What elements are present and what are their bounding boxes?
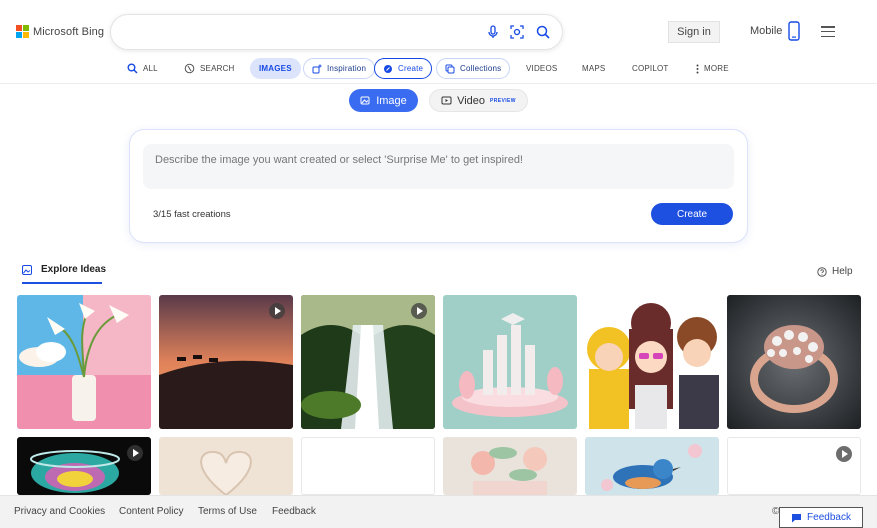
copilot-search-icon bbox=[184, 63, 195, 74]
feedback-link[interactable]: Feedback bbox=[272, 506, 316, 517]
idea-tile-waterfall[interactable] bbox=[301, 295, 435, 429]
paper-heart-image bbox=[159, 437, 293, 495]
phone-icon bbox=[788, 21, 801, 41]
sparkle-image-icon bbox=[312, 64, 322, 73]
privacy-link[interactable]: Privacy and Cookies bbox=[14, 506, 105, 517]
tab-maps[interactable]: MAPS bbox=[582, 58, 605, 79]
search-icon[interactable] bbox=[535, 24, 551, 40]
tab-more[interactable]: MORE bbox=[696, 58, 729, 79]
tab-collections[interactable]: Collections bbox=[436, 58, 511, 79]
video-icon bbox=[441, 96, 452, 105]
calla-lily-image bbox=[17, 295, 151, 429]
play-icon bbox=[836, 446, 852, 462]
idea-tile-video-loading[interactable] bbox=[727, 437, 861, 495]
collections-icon bbox=[445, 64, 455, 73]
microphone-icon[interactable] bbox=[485, 24, 501, 40]
prompt-input[interactable] bbox=[143, 144, 734, 189]
video-mode-button[interactable]: Video PREVIEW bbox=[429, 89, 528, 112]
image-mode-button[interactable]: Image bbox=[349, 89, 418, 112]
search-input[interactable] bbox=[125, 23, 475, 41]
feedback-icon bbox=[792, 513, 802, 522]
feedback-button[interactable]: Feedback bbox=[779, 507, 863, 528]
pearl-ring-image bbox=[727, 295, 861, 429]
idea-tile-anime-trio[interactable] bbox=[585, 295, 719, 429]
idea-tile-summer-flowers[interactable] bbox=[443, 437, 577, 495]
search-box[interactable] bbox=[111, 15, 562, 49]
play-icon bbox=[269, 303, 285, 319]
preview-badge: PREVIEW bbox=[490, 97, 516, 104]
tab-copilot[interactable]: COPILOT bbox=[632, 58, 669, 79]
tab-videos[interactable]: VIDEOS bbox=[526, 58, 557, 79]
idea-tile-glass-bowl[interactable] bbox=[17, 437, 151, 495]
tab-all[interactable]: ALL bbox=[127, 58, 158, 79]
footer: Privacy and Cookies Content Policy Terms… bbox=[0, 495, 877, 528]
microsoft-logo-icon bbox=[16, 25, 29, 38]
image-icon bbox=[22, 264, 32, 275]
menu-hamburger-icon[interactable] bbox=[821, 26, 835, 37]
content-policy-link[interactable]: Content Policy bbox=[119, 506, 183, 517]
tab-images[interactable]: IMAGES bbox=[250, 58, 301, 79]
idea-tile-bluebird[interactable] bbox=[585, 437, 719, 495]
idea-tile-graduation-city[interactable] bbox=[443, 295, 577, 429]
idea-tile-pearl-ring[interactable] bbox=[727, 295, 861, 429]
visual-search-icon[interactable] bbox=[509, 24, 525, 40]
fast-creations-counter: 3/15 fast creations bbox=[153, 209, 231, 220]
image-create-icon bbox=[360, 96, 370, 105]
help-link[interactable]: Help bbox=[817, 266, 853, 277]
play-icon bbox=[411, 303, 427, 319]
explore-ideas-tab[interactable]: Explore Ideas bbox=[22, 264, 106, 275]
bing-logo[interactable]: Microsoft Bing bbox=[16, 25, 104, 38]
summer-flowers-image bbox=[443, 437, 577, 495]
logo-text: Microsoft Bing bbox=[33, 25, 105, 38]
play-icon bbox=[127, 445, 143, 461]
bluebird-image bbox=[585, 437, 719, 495]
mobile-label: Mobile bbox=[750, 25, 783, 37]
prompt-box[interactable] bbox=[143, 144, 734, 189]
graduation-city-image bbox=[443, 295, 577, 429]
sign-in-button[interactable]: Sign in bbox=[668, 21, 720, 43]
image-creator-card: 3/15 fast creations Create bbox=[130, 130, 747, 242]
mobile-link[interactable]: Mobile bbox=[750, 21, 801, 41]
idea-tile-loading[interactable] bbox=[301, 437, 435, 495]
search-icon bbox=[127, 63, 138, 74]
anime-characters-image bbox=[585, 295, 719, 429]
nav-bar: ALL SEARCH IMAGES Inspiration Create Col… bbox=[0, 58, 877, 80]
create-button[interactable]: Create bbox=[651, 203, 733, 225]
idea-tile-desert-camels[interactable] bbox=[159, 295, 293, 429]
idea-tile-paper-heart[interactable] bbox=[159, 437, 293, 495]
terms-link[interactable]: Terms of Use bbox=[198, 506, 257, 517]
help-icon bbox=[817, 266, 827, 277]
kebab-icon bbox=[696, 64, 699, 73]
tab-underline bbox=[22, 282, 102, 284]
tab-create[interactable]: Create bbox=[374, 58, 433, 79]
create-icon bbox=[384, 64, 392, 73]
tab-search[interactable]: SEARCH bbox=[184, 58, 235, 79]
idea-tile-calla-lilies[interactable] bbox=[17, 295, 151, 429]
tab-inspiration[interactable]: Inspiration bbox=[303, 58, 376, 79]
